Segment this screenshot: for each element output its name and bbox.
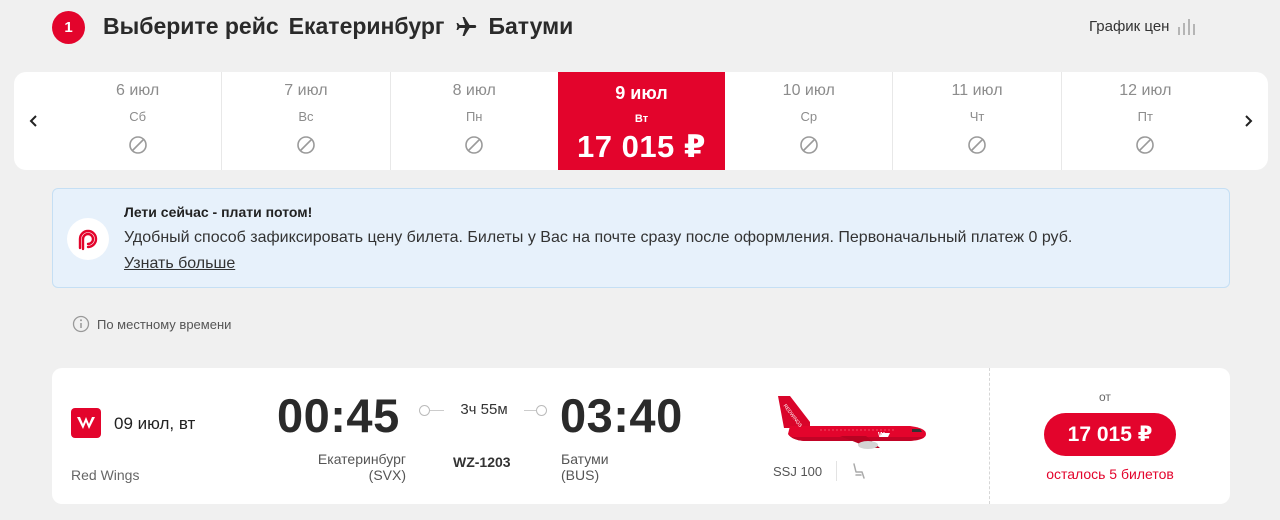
departure-city: Екатеринбург <box>317 451 406 467</box>
unavailable-icon <box>1136 136 1155 154</box>
divider <box>836 461 837 481</box>
weekday-label: Сб <box>129 109 147 124</box>
destination-city: Батуми <box>488 13 574 39</box>
departure-code: (SVX) <box>368 467 406 483</box>
svg-text:W: W <box>878 432 885 439</box>
seats-left-label: осталось 5 билетов <box>1046 466 1174 482</box>
arrival-time: 03:40 <box>560 389 683 442</box>
page-title: Выберите рейс Екатеринбург Батуми <box>103 13 573 40</box>
local-time-note: По местному времени <box>72 315 231 333</box>
card-divider <box>989 368 990 504</box>
arrival-airport: Батуми (BUS) <box>561 451 609 483</box>
date-list: 6 июл Сб 7 июл Вс 8 июл Пн 9 июл Вт 17 0… <box>54 72 1229 170</box>
departure-airport: Екатеринбург (SVX) <box>232 451 406 483</box>
banner-text: Удобный способ зафиксировать цену билета… <box>124 229 1073 246</box>
chevron-left-icon <box>29 115 37 127</box>
pay-later-logo-icon <box>67 218 109 260</box>
weekday-label: Вт <box>634 113 649 125</box>
date-label: 7 июл <box>284 82 328 99</box>
price-chart-label: График цен <box>1089 18 1170 35</box>
date-label: 12 июл <box>1119 82 1172 99</box>
price-chart-button[interactable]: График цен <box>1089 18 1199 35</box>
info-icon <box>72 315 90 333</box>
banner-title: Лети сейчас - плати потом! <box>124 204 313 220</box>
date-label: 6 июл <box>116 82 160 99</box>
arrival-code: (BUS) <box>561 467 600 483</box>
date-cell[interactable]: 7 июл Вс <box>221 72 389 170</box>
pay-later-banner: Лети сейчас - плати потом! Удобный спосо… <box>52 188 1230 288</box>
weekday-label: Пн <box>465 109 483 124</box>
title-prefix: Выберите рейс <box>103 13 279 39</box>
unavailable-icon <box>128 136 147 154</box>
step-number-badge: 1 <box>52 11 85 44</box>
bar-chart-icon <box>1178 18 1196 35</box>
page-header: 1 Выберите рейс Екатеринбург Батуми Граф… <box>0 0 1280 56</box>
date-label: 11 июл <box>951 82 1003 99</box>
departure-time: 00:45 <box>277 389 400 442</box>
weekday-label: Вс <box>298 109 314 124</box>
aircraft-type: SSJ 100 <box>773 464 823 479</box>
origin-city: Екатеринбург <box>288 13 445 39</box>
date-cell[interactable]: 10 июл Ср <box>725 72 892 170</box>
price-from-label: от <box>1099 390 1111 404</box>
next-dates-button[interactable] <box>1228 72 1268 170</box>
arrival-city: Батуми <box>561 451 609 467</box>
seat-icon[interactable] <box>849 461 869 481</box>
date-label: 8 июл <box>452 82 496 99</box>
date-cell-selected[interactable]: 9 июл Вт 17 015 ₽ <box>557 72 726 170</box>
date-selector: 6 июл Сб 7 июл Вс 8 июл Пн 9 июл Вт 17 0… <box>14 72 1268 170</box>
select-price-button[interactable]: 17 015 ₽ <box>1044 413 1176 456</box>
flight-date: 09 июл, вт <box>114 414 196 433</box>
unavailable-icon <box>799 136 818 154</box>
aircraft-image: W REDWINGS <box>778 396 926 449</box>
date-label: 10 июл <box>782 82 835 99</box>
airline-name: Red Wings <box>71 467 140 483</box>
chevron-right-icon <box>1245 115 1253 127</box>
weekday-label: Чт <box>969 109 985 124</box>
weekday-label: Ср <box>800 109 818 124</box>
unavailable-icon <box>297 136 315 154</box>
airplane-icon <box>454 15 478 39</box>
date-label: 9 июл <box>615 83 668 103</box>
date-cell[interactable]: 12 июл Пт <box>1060 72 1229 170</box>
weekday-label: Пт <box>1137 109 1153 124</box>
unavailable-icon <box>968 136 986 154</box>
flight-number: WZ-1203 <box>453 454 511 470</box>
flight-card[interactable]: 09 июл, вт Red Wings 00:45 3ч 55м 03:40 … <box>52 368 1230 504</box>
date-cell[interactable]: 8 июл Пн <box>389 72 558 170</box>
date-price: 17 015 ₽ <box>576 129 706 164</box>
date-cell[interactable]: 11 июл Чт <box>892 72 1060 170</box>
airline-logo-icon <box>71 408 101 438</box>
learn-more-link[interactable]: Узнать больше <box>124 255 235 273</box>
local-time-label: По местному времени <box>97 316 232 332</box>
flight-duration: 3ч 55м <box>444 401 524 418</box>
prev-dates-button[interactable] <box>14 72 54 170</box>
unavailable-icon <box>465 136 484 154</box>
date-cell[interactable]: 6 июл Сб <box>54 72 221 170</box>
